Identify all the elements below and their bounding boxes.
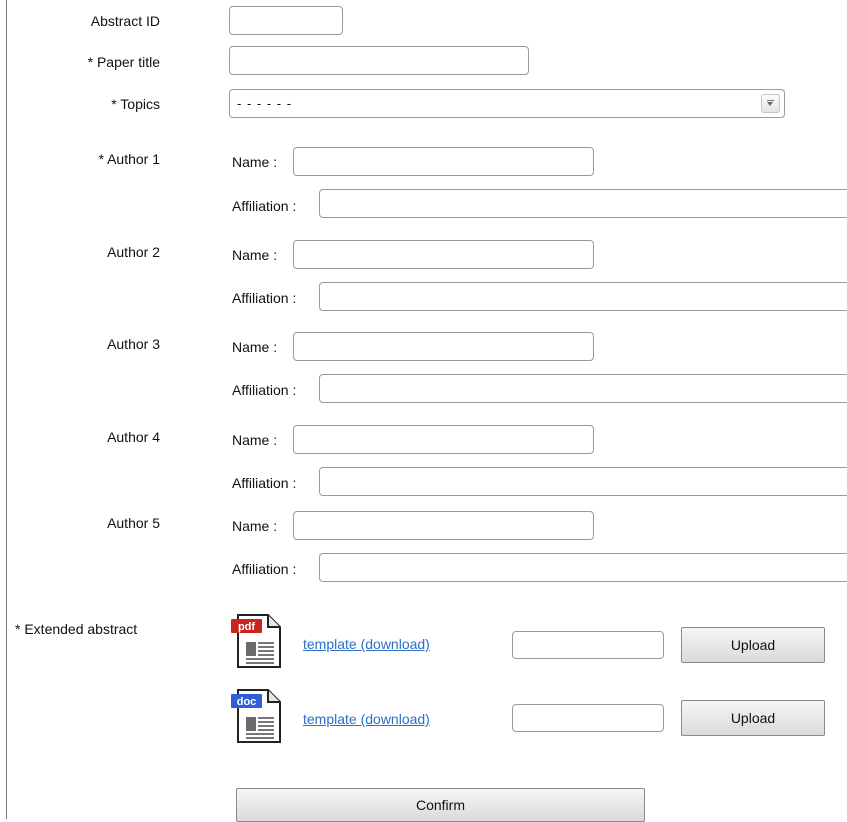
doc-badge: doc	[237, 696, 257, 708]
author-5-affiliation-label: Affiliation :	[232, 561, 297, 577]
doc-upload-button[interactable]: Upload	[681, 700, 825, 736]
pdf-file-path-input[interactable]	[512, 631, 664, 659]
paper-title-input[interactable]	[229, 46, 529, 75]
topics-select[interactable]: - - - - - -	[229, 89, 785, 118]
author-4-affiliation-label: Affiliation :	[232, 475, 297, 491]
dropdown-arrow-icon[interactable]	[761, 94, 780, 113]
author-3-affiliation-input[interactable]	[319, 374, 847, 403]
author-3-name-input[interactable]	[293, 332, 594, 361]
author-1-label: * Author 1	[98, 151, 161, 167]
author-5-name-input[interactable]	[293, 511, 594, 540]
pdf-file-icon: pdf	[231, 614, 281, 668]
pdf-badge: pdf	[238, 621, 255, 633]
author-1-affiliation-label: Affiliation :	[232, 198, 297, 214]
doc-file-icon: doc	[231, 689, 281, 743]
doc-file-path-input[interactable]	[512, 704, 664, 732]
author-2-name-label: Name :	[232, 247, 278, 263]
author-2-name-input[interactable]	[293, 240, 594, 269]
author-5-name-label: Name :	[232, 518, 278, 534]
pdf-upload-button[interactable]: Upload	[681, 627, 825, 663]
author-4-label: Author 4	[107, 429, 160, 445]
author-5-affiliation-input[interactable]	[319, 553, 847, 582]
topics-label: * Topics	[111, 96, 160, 112]
author-1-name-label: Name :	[232, 154, 278, 170]
abstract-id-input[interactable]	[229, 6, 343, 35]
topics-selected-value: - - - - - -	[237, 96, 293, 111]
paper-title-label: * Paper title	[87, 54, 160, 70]
author-1-name-input[interactable]	[293, 147, 594, 176]
abstract-id-label: Abstract ID	[90, 13, 160, 29]
author-1-affiliation-input[interactable]	[319, 189, 847, 218]
author-4-name-input[interactable]	[293, 425, 594, 454]
author-2-affiliation-label: Affiliation :	[232, 290, 297, 306]
author-3-label: Author 3	[107, 336, 160, 352]
author-2-label: Author 2	[107, 244, 160, 260]
pdf-template-download-link[interactable]: template (download)	[303, 635, 430, 653]
extended-abstract-label: * Extended abstract	[15, 621, 138, 637]
author-4-affiliation-input[interactable]	[319, 467, 847, 496]
author-4-name-label: Name :	[232, 432, 278, 448]
left-border	[6, 0, 7, 819]
author-2-affiliation-input[interactable]	[319, 282, 847, 311]
author-5-label: Author 5	[107, 515, 160, 531]
confirm-button[interactable]: Confirm	[236, 788, 645, 822]
author-3-affiliation-label: Affiliation :	[232, 382, 297, 398]
author-3-name-label: Name :	[232, 339, 278, 355]
doc-template-download-link[interactable]: template (download)	[303, 710, 430, 728]
